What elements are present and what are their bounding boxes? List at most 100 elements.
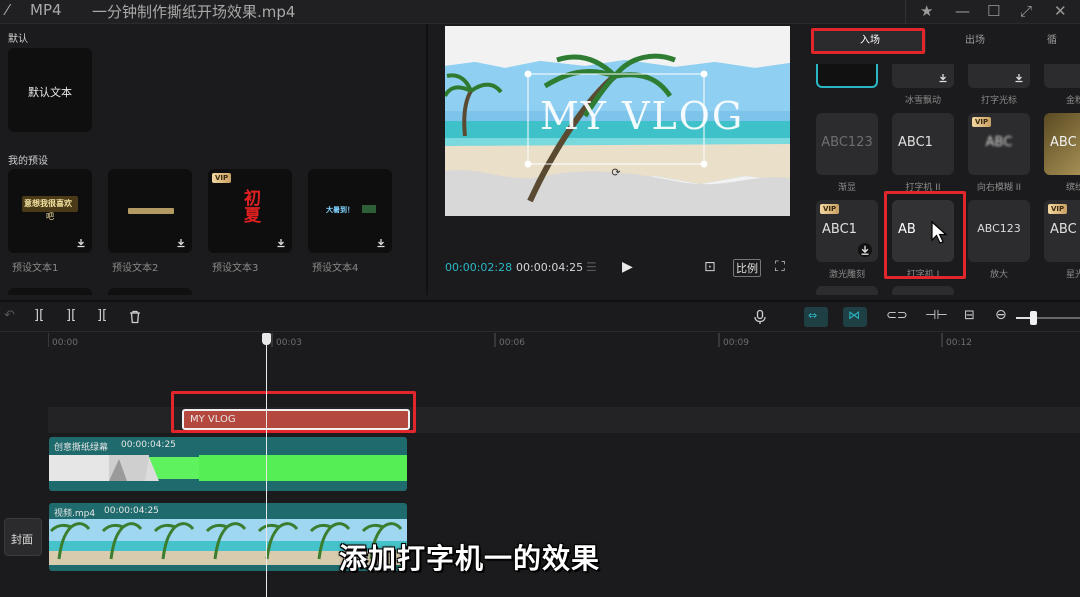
vip-badge: VIP <box>1048 204 1068 214</box>
maximize-icon[interactable]: ☐ <box>987 2 1000 20</box>
cover-label: 封面 <box>11 533 33 546</box>
anim-caption-starlight: 星光 <box>1065 270 1080 280</box>
download-icon[interactable] <box>176 238 186 248</box>
title-bar: ⁄ MP4 一分钟制作撕纸开场效果.mp4 ★ — ☐ ⤢ ✕ <box>0 0 1080 24</box>
download-icon[interactable] <box>76 238 86 248</box>
microphone-icon[interactable] <box>752 309 768 325</box>
magnet-icon: ⇔ <box>808 309 818 322</box>
highlight-text-clip <box>171 391 416 433</box>
video-clip-duration: 00:00:04:25 <box>104 506 159 516</box>
default-text-card[interactable]: 默认文本 <box>8 48 92 132</box>
preset-3-caption: 预设文本3 <box>212 263 259 274</box>
preview-axis-icon[interactable]: ⊣⊢ <box>925 308 948 323</box>
download-icon[interactable] <box>1014 73 1024 83</box>
anim-card-starlight[interactable]: VIP ABC <box>1044 200 1080 262</box>
current-timecode: 00:00:02:28 <box>445 261 513 274</box>
anim-caption-top-4: 金粉 <box>1065 96 1080 106</box>
ratio-button[interactable]: 比例 <box>733 259 761 277</box>
anim-card-top-2[interactable] <box>892 64 954 88</box>
chevron-icon[interactable]: ⁄ <box>6 1 9 19</box>
highlight-typewriter-1 <box>884 191 966 279</box>
anim-card-laser[interactable]: VIP ABC1 <box>816 200 878 262</box>
zoom-slider-handle[interactable] <box>1030 311 1037 325</box>
anim-caption-laser: 激光雕刻 <box>828 270 865 280</box>
anim-caption-zoom-in: 放大 <box>989 270 1008 280</box>
fit-screen-icon[interactable]: ⊡ <box>704 259 716 275</box>
star-icon[interactable]: ★ <box>920 2 933 20</box>
overlay-clip-paper-tear[interactable]: 创意撕纸绿幕 00:00:04:25 <box>49 437 407 491</box>
anim-card-sparkle[interactable]: ABC <box>1044 113 1080 175</box>
split-icon[interactable]: ][ <box>34 308 44 323</box>
tab-exit[interactable]: 出场 <box>930 30 1020 52</box>
overlay-vlog-text[interactable]: MY VLOG <box>540 94 744 138</box>
preset-4-caption: 预设文本4 <box>312 263 359 274</box>
window-title: 一分钟制作撕纸开场效果.mp4 <box>92 3 296 21</box>
timeline-toolbar: ↶ ][ ][ ][ ⇔ ⋈ ⊂⊃ ⊣⊢ ⊟ ⊖ <box>0 300 1080 332</box>
split-right-icon[interactable]: ][ <box>97 308 107 323</box>
vip-badge: VIP <box>820 204 840 214</box>
fullscreen-preview-icon[interactable]: ⛶ <box>775 259 785 275</box>
anim-card-zoom-in[interactable]: ABC123 <box>968 200 1030 262</box>
vip-badge: VIP <box>212 173 232 183</box>
time-ruler[interactable]: 00:00 00:03 00:06 00:09 00:12 <box>48 333 1080 353</box>
playhead-line[interactable] <box>266 333 267 597</box>
tab-loop[interactable]: 循 <box>1024 30 1080 52</box>
cover-button[interactable]: 封面 <box>4 518 42 556</box>
default-text-card-label: 默认文本 <box>28 86 72 99</box>
download-icon[interactable] <box>376 238 386 248</box>
tutorial-subtitle: 添加打字机一的效果 <box>339 542 601 575</box>
delete-icon[interactable] <box>127 309 143 325</box>
preset-card-3[interactable]: VIP 初夏 <box>208 169 292 253</box>
vip-badge: VIP <box>972 117 992 127</box>
total-timecode: 00:00:04:25 <box>516 261 584 274</box>
zoom-out-icon[interactable]: ⊖ <box>995 307 1007 323</box>
grid-icon[interactable]: ☰ <box>586 260 597 274</box>
preset-card-2[interactable] <box>108 169 192 253</box>
download-icon[interactable] <box>938 73 948 83</box>
anim-caption-fade-in: 渐显 <box>837 183 856 193</box>
anim-card-blur-right[interactable]: VIP ABC <box>968 113 1030 175</box>
presets-section-label: 我的预设 <box>8 156 48 167</box>
video-preview[interactable]: ⟳ MY VLOG <box>445 26 790 216</box>
anim-card-top-1[interactable] <box>816 64 878 88</box>
video-clip-name: 视频.mp4 <box>54 509 96 519</box>
anim-card-fade-in[interactable]: ABC123 <box>816 113 878 175</box>
preset-card-1[interactable]: 意想我很喜欢 吧 <box>8 169 92 253</box>
zoom-fit-icon[interactable]: ⊟ <box>964 308 975 323</box>
playhead-handle[interactable] <box>262 333 271 345</box>
download-icon[interactable] <box>276 238 286 248</box>
play-icon[interactable]: ▶ <box>622 259 633 275</box>
animation-panel: 入场 出场 循 冰雪飘动 打字光标 金粉 ABC123 ABC1 VIP ABC… <box>806 24 1080 295</box>
preset-3-thumb-text: 初夏 <box>240 189 260 223</box>
split-left-icon[interactable]: ][ <box>66 308 76 323</box>
anim-caption-top-2: 冰雪飘动 <box>904 96 941 106</box>
format-label: MP4 <box>30 1 62 19</box>
snap-icon: ⋈ <box>848 308 860 322</box>
player-panel: ⟳ MY VLOG 00:00:02:28 00:00:04:25 ☰ ▶ ⊡ … <box>436 24 800 295</box>
ruler-ticks <box>48 333 943 347</box>
text-library-panel: 默认 默认文本 我的预设 意想我很喜欢 吧 预设文本1 预设文本2 VIP 初夏… <box>0 24 428 295</box>
link-icon[interactable]: ⊂⊃ <box>886 308 908 323</box>
close-icon[interactable]: ✕ <box>1054 2 1067 20</box>
preset-2-caption: 预设文本2 <box>112 263 159 274</box>
default-section-label: 默认 <box>8 34 28 45</box>
auto-snap-button[interactable]: ⋈ <box>843 307 867 327</box>
undo-icon[interactable]: ↶ <box>4 308 15 323</box>
anim-card-typewriter-2[interactable]: ABC1 <box>892 113 954 175</box>
preset-card-4[interactable]: 大暑到！ <box>308 169 392 253</box>
rotate-icon: ⟳ <box>611 166 620 179</box>
anim-caption-top-3: 打字光标 <box>980 96 1017 106</box>
minimize-icon[interactable]: — <box>955 2 970 20</box>
preset-1-caption: 预设文本1 <box>12 263 59 274</box>
overlay-clip-duration: 00:00:04:25 <box>121 440 176 450</box>
anim-caption-blur-right: 向右模糊 II <box>976 183 1022 193</box>
fullscreen-icon[interactable]: ⤢ <box>1020 2 1032 20</box>
preset-4-thumb-text: 大暑到！ <box>326 206 354 214</box>
main-track-magnet-button[interactable]: ⇔ <box>804 307 828 327</box>
anim-card-top-3[interactable] <box>968 64 1030 88</box>
anim-caption-sparkle: 缤纷 <box>1065 183 1080 193</box>
anim-card-top-4[interactable] <box>1044 64 1080 88</box>
overlay-clip-thumbnails <box>49 455 407 481</box>
highlight-tab-entrance <box>811 28 925 54</box>
download-icon[interactable] <box>858 243 872 257</box>
